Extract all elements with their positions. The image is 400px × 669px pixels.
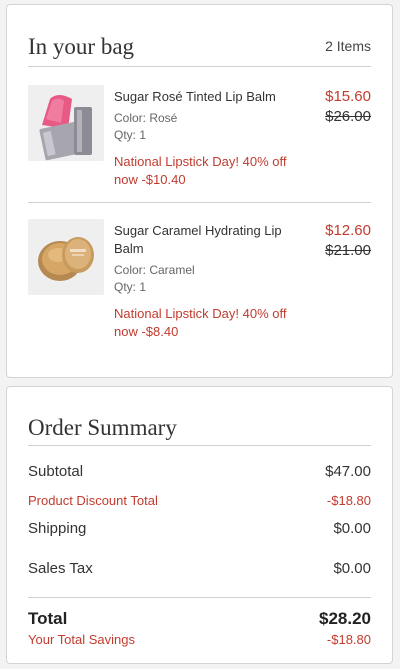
tax-value: $0.00	[333, 560, 371, 577]
shipping-value: $0.00	[333, 520, 371, 537]
item-qty: Qty: 1	[114, 128, 147, 142]
promo-text: National Lipstick Day! 40% off now -$10.…	[114, 154, 287, 187]
total-label: Total	[28, 609, 68, 628]
original-price: $21.00	[325, 242, 371, 259]
savings-value: -$18.80	[326, 632, 371, 647]
divider	[28, 202, 371, 203]
discount-value: -$18.80	[326, 493, 371, 508]
bag-title: In your bag	[28, 34, 135, 59]
sale-price: $15.60	[325, 88, 371, 105]
subtotal-label: Subtotal	[28, 463, 84, 480]
original-price: $26.00	[325, 108, 371, 125]
savings-label: Your Total Savings	[28, 632, 135, 647]
promo-text: National Lipstick Day! 40% off now -$8.4…	[114, 306, 287, 339]
discount-label: Product Discount Total	[28, 493, 158, 508]
order-summary-card: Order Summary Subtotal $47.00 Product Di…	[6, 386, 393, 664]
sale-price: $12.60	[325, 222, 371, 239]
divider	[28, 66, 371, 67]
lip-balm-pot-icon[interactable]	[28, 219, 104, 295]
subtotal-row: Subtotal $47.00	[28, 463, 371, 480]
shipping-label: Shipping	[28, 520, 87, 537]
item-color: Color: Rosé	[114, 111, 178, 125]
total-value: $28.20	[319, 609, 371, 628]
cart-item: Sugar Caramel Hydrating Lip Balm Color: …	[28, 219, 371, 349]
summary-title: Order Summary	[28, 415, 177, 440]
item-qty: Qty: 1	[114, 280, 147, 294]
item-name[interactable]: Sugar Rosé Tinted Lip Balm	[114, 88, 294, 106]
item-color: Color: Caramel	[114, 263, 195, 277]
item-name[interactable]: Sugar Caramel Hydrating Lip Balm	[114, 222, 294, 258]
divider	[28, 445, 371, 446]
shipping-row: Shipping $0.00	[28, 520, 371, 537]
lipstick-tube-icon[interactable]	[28, 85, 104, 161]
discount-row: Product Discount Total -$18.80	[28, 493, 371, 508]
bag-card: In your bag 2 Items Sugar Rosé Tinted Li…	[6, 4, 393, 378]
cart-item: Sugar Rosé Tinted Lip Balm Color: Rosé Q…	[28, 85, 371, 195]
subtotal-value: $47.00	[325, 463, 371, 480]
savings-row: Your Total Savings -$18.80	[28, 632, 371, 647]
tax-row: Sales Tax $0.00	[28, 560, 371, 577]
divider	[28, 597, 371, 598]
tax-label: Sales Tax	[28, 560, 93, 577]
total-row: Total $28.20	[28, 609, 371, 629]
items-count: 2 Items	[325, 38, 371, 54]
